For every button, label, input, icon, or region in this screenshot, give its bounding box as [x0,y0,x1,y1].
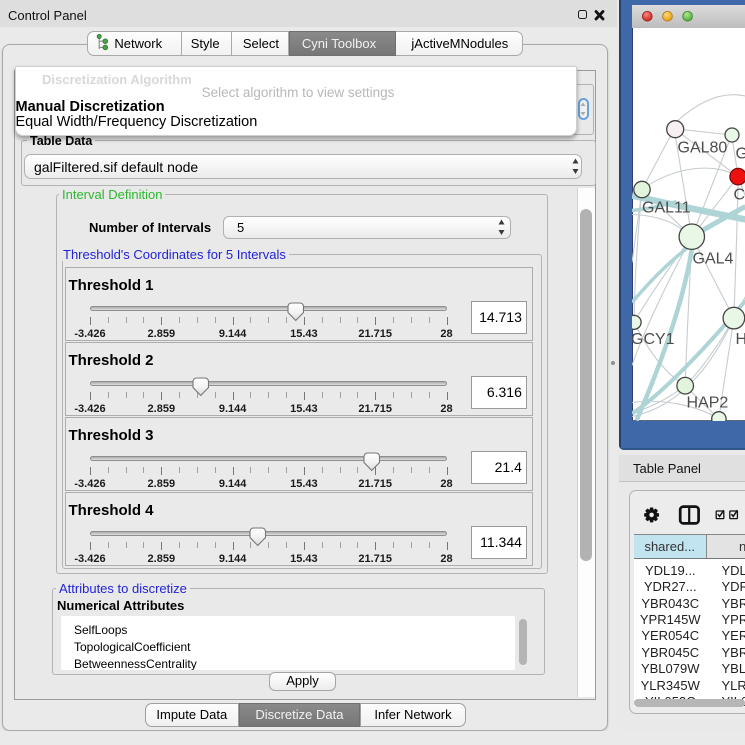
svg-text:GCY1: GCY1 [632,331,675,348]
svg-text:HAP2: HAP2 [686,394,728,411]
svg-text:HIS: HIS [735,331,745,348]
svg-text:GAL11: GAL11 [642,199,691,216]
svg-text:GAL4: GAL4 [692,250,733,267]
svg-text:CYC: CYC [733,186,745,203]
svg-text:GAL8: GAL8 [735,145,745,162]
svg-text:GAL80: GAL80 [677,139,727,156]
